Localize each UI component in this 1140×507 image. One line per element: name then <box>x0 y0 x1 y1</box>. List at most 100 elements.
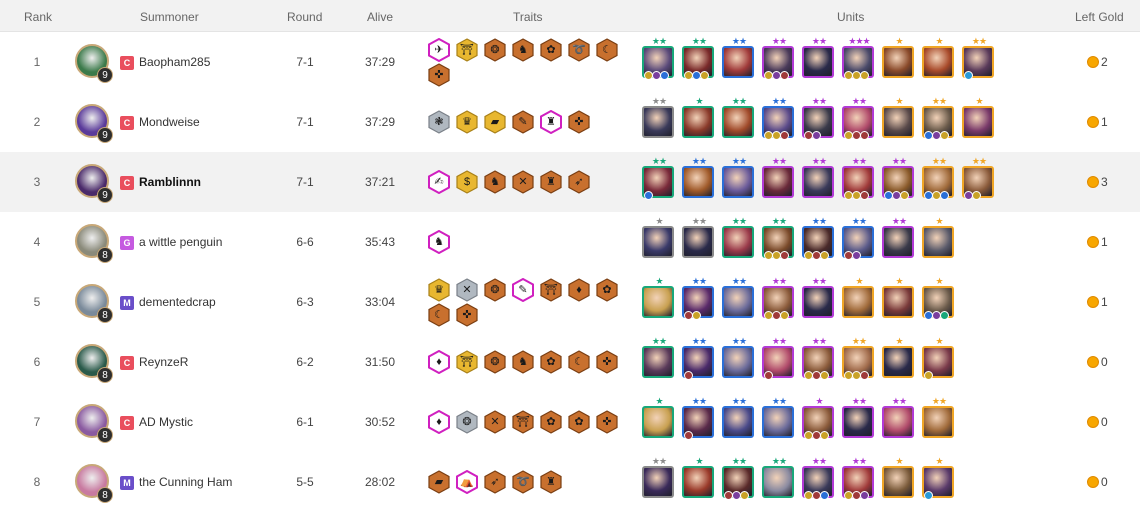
champion-unit[interactable]: ★★ <box>802 336 836 380</box>
champion-unit[interactable]: ★★ <box>842 96 876 140</box>
trait-icon[interactable]: ♞ <box>484 170 506 194</box>
trait-icon[interactable]: ⛩ <box>456 350 478 374</box>
table-row[interactable]: 1 9 C Baopham285 7-1 37:29 ✈ ⛩ ❂ ♞ ✿ ➰ ☾ ✜ ★★ ★★ ★★ ★★ ★★ ★… <box>0 32 1140 92</box>
trait-icon[interactable]: ✕ <box>512 170 534 194</box>
trait-icon[interactable]: ✿ <box>540 38 562 62</box>
summoner-name[interactable]: dementedcrap <box>139 295 216 309</box>
champion-unit[interactable]: ★★ <box>962 156 996 200</box>
champion-unit[interactable]: ★ <box>682 456 716 498</box>
item-icon[interactable] <box>940 191 949 200</box>
trait-icon[interactable]: ♜ <box>540 110 562 134</box>
trait-icon[interactable]: ✿ <box>596 278 618 302</box>
champion-unit[interactable]: ★ <box>642 216 676 258</box>
champion-unit[interactable]: ★ <box>642 276 676 318</box>
champion-unit[interactable]: ★ <box>882 96 916 138</box>
trait-icon[interactable]: ✜ <box>456 303 478 327</box>
trait-icon[interactable]: ✜ <box>596 350 618 374</box>
item-icon[interactable] <box>644 191 653 200</box>
champion-unit[interactable]: ★★ <box>682 396 716 440</box>
table-row[interactable]: 48Ga wittle penguin 6-6 35:43 ♞ ★ ★★ ★★ ★★ ★★ ★★ ★… <box>0 212 1140 272</box>
item-icon[interactable] <box>860 371 869 380</box>
champion-unit[interactable]: ★★ <box>802 36 836 78</box>
item-icon[interactable] <box>940 311 949 320</box>
champion-unit[interactable]: ★ <box>682 96 716 138</box>
table-row[interactable]: 5 8 Mdementedcrap 6-3 33:04 ♛ ✕ ❂ ✎ ⛩ ♦ ✿ ☾ ✜ ★ ★★ ★★ ★★ ★… <box>0 272 1140 332</box>
trait-icon[interactable]: ☾ <box>428 303 450 327</box>
trait-icon[interactable]: ♜ <box>540 170 562 194</box>
trait-icon[interactable]: ✜ <box>428 63 450 87</box>
trait-icon[interactable]: ♞ <box>428 230 450 254</box>
champion-unit[interactable]: ★★ <box>722 36 756 78</box>
champion-unit[interactable]: ★★ <box>642 96 676 138</box>
champion-unit[interactable]: ★★ <box>842 216 876 260</box>
table-row[interactable]: 3 9 C Ramblinnn 7-1 37:21 ✍ $ ♞ ✕ ♜ ➶ ★★ ★★ ★★ ★★ ★★ ★★ ★★… <box>0 152 1140 212</box>
item-icon[interactable] <box>860 131 869 140</box>
trait-icon[interactable]: ⛩ <box>540 278 562 302</box>
summoner-name[interactable]: AD Mystic <box>139 415 193 429</box>
champion-unit[interactable]: ★★ <box>682 216 716 258</box>
trait-icon[interactable]: ➶ <box>568 170 590 194</box>
champion-unit[interactable]: ★★ <box>642 156 676 200</box>
item-icon[interactable] <box>740 491 749 500</box>
item-icon[interactable] <box>780 251 789 260</box>
item-icon[interactable] <box>860 71 869 80</box>
trait-icon[interactable]: ☾ <box>596 38 618 62</box>
item-icon[interactable] <box>860 491 869 500</box>
trait-icon[interactable]: ❂ <box>484 278 506 302</box>
champion-unit[interactable]: ★★ <box>882 216 916 258</box>
champion-unit[interactable]: ★ <box>922 36 956 78</box>
item-icon[interactable] <box>780 131 789 140</box>
trait-icon[interactable]: ☾ <box>568 350 590 374</box>
trait-icon[interactable]: ♦ <box>428 350 450 374</box>
trait-icon[interactable]: ✈ <box>428 38 450 62</box>
summoner-name[interactable]: a wittle penguin <box>139 235 222 249</box>
trait-icon[interactable]: ➰ <box>512 470 534 494</box>
champion-unit[interactable]: ★ <box>962 96 996 138</box>
trait-icon[interactable]: ♦ <box>428 410 450 434</box>
champion-unit[interactable]: ★ <box>802 396 836 440</box>
champion-unit[interactable]: ★★ <box>882 396 916 438</box>
champion-unit[interactable]: ★ <box>882 276 916 318</box>
champion-unit[interactable]: ★★ <box>762 36 796 80</box>
summoner-name[interactable]: Mondweise <box>139 115 200 129</box>
trait-icon[interactable]: ❃ <box>428 110 450 134</box>
champion-unit[interactable]: ★★ <box>842 396 876 438</box>
champion-unit[interactable]: ★★ <box>642 36 676 80</box>
trait-icon[interactable]: ♦ <box>568 278 590 302</box>
champion-unit[interactable]: ★★ <box>962 36 996 80</box>
item-icon[interactable] <box>684 371 693 380</box>
trait-icon[interactable]: ✎ <box>512 278 534 302</box>
champion-unit[interactable]: ★ <box>842 276 876 318</box>
champion-unit[interactable]: ★★ <box>722 276 756 318</box>
champion-unit[interactable]: ★★ <box>922 96 956 140</box>
trait-icon[interactable]: ❂ <box>484 350 506 374</box>
item-icon[interactable] <box>820 251 829 260</box>
champion-unit[interactable]: ★★ <box>682 276 716 320</box>
champion-unit[interactable]: ★★ <box>762 96 796 140</box>
champion-unit[interactable]: ★ <box>882 456 916 498</box>
champion-unit[interactable]: ★ <box>882 336 916 378</box>
trait-icon[interactable]: ❂ <box>484 38 506 62</box>
trait-icon[interactable]: ♜ <box>540 470 562 494</box>
champion-unit[interactable]: ★★ <box>882 156 916 200</box>
trait-icon[interactable]: ⛩ <box>512 410 534 434</box>
item-icon[interactable] <box>964 71 973 80</box>
champion-unit[interactable]: ★★ <box>642 456 676 498</box>
trait-icon[interactable]: ♞ <box>512 38 534 62</box>
summoner-name[interactable]: ReynzeR <box>139 355 188 369</box>
item-icon[interactable] <box>924 491 933 500</box>
champion-unit[interactable]: ★★ <box>802 456 836 500</box>
summoner-name[interactable]: Ramblinnn <box>139 175 201 189</box>
item-icon[interactable] <box>852 251 861 260</box>
trait-icon[interactable]: ✿ <box>540 410 562 434</box>
item-icon[interactable] <box>820 371 829 380</box>
table-row[interactable]: 2 9 C Mondweise 7-1 37:29 ❃ ♛ ▰ ✎ ♜ ✜ ★★ ★ ★★ ★★ ★★ ★★ ★ ★★… <box>0 92 1140 152</box>
champion-unit[interactable]: ★★ <box>682 156 716 198</box>
table-row[interactable]: 8 8 Mthe Cunning Ham 5-5 28:02 ▰ ⛺ ➶ ➰ ♜ ★★ ★ ★★ ★★ ★★… <box>0 452 1140 507</box>
item-icon[interactable] <box>684 431 693 440</box>
summoner-name[interactable]: Baopham285 <box>139 55 210 69</box>
trait-icon[interactable]: ✿ <box>568 410 590 434</box>
item-icon[interactable] <box>972 191 981 200</box>
trait-icon[interactable]: ▰ <box>484 110 506 134</box>
champion-unit[interactable]: ★★ <box>722 396 756 438</box>
